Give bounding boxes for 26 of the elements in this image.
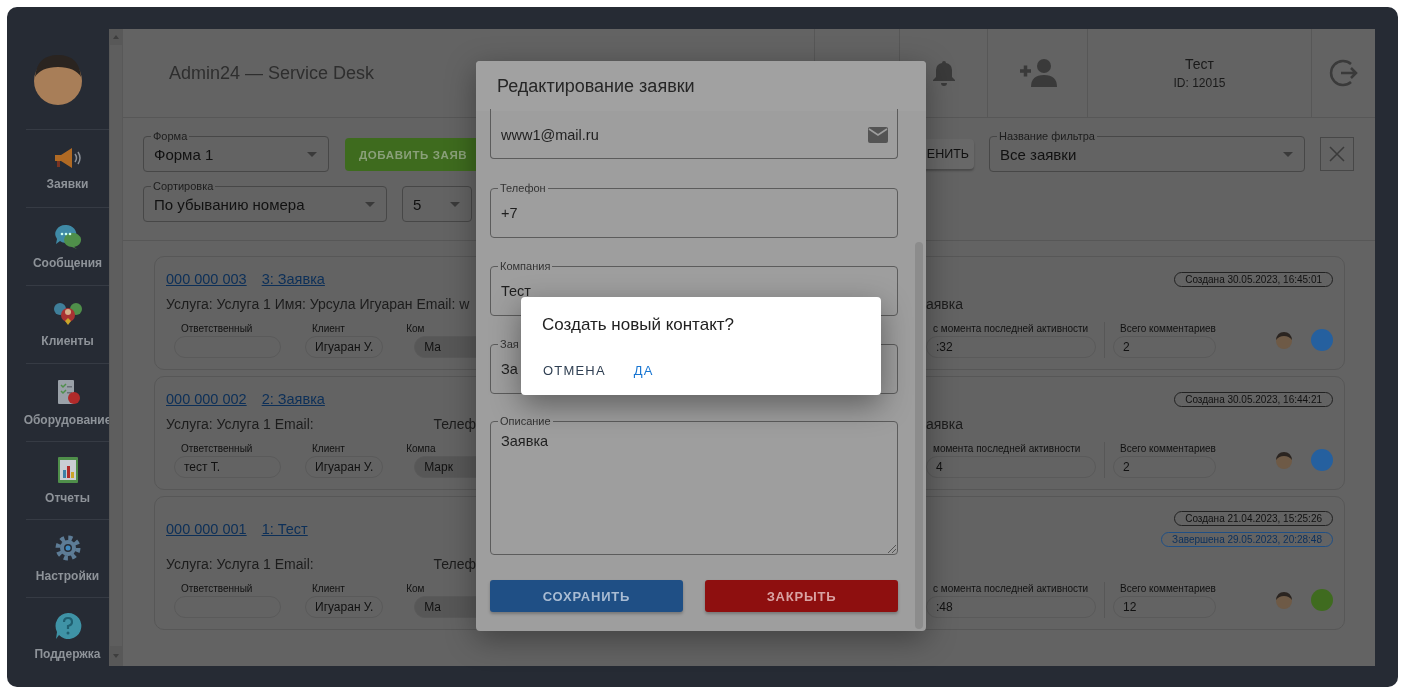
field-label: Ответственный bbox=[180, 582, 254, 595]
field-label: Всего комментариев bbox=[1119, 442, 1216, 455]
field-label: Ком bbox=[405, 322, 426, 335]
field-label: Клиент bbox=[311, 322, 346, 335]
field-label: Ответственный bbox=[180, 322, 254, 335]
field-label: Клиент bbox=[311, 442, 346, 455]
summary-text: аявка bbox=[926, 416, 964, 432]
user-id: ID: 12015 bbox=[1173, 76, 1226, 90]
field-label: с момента последней активности bbox=[932, 322, 1090, 335]
user-name: Тест bbox=[1185, 56, 1214, 72]
field-label: Компа bbox=[405, 442, 437, 455]
field-label: Ответственный bbox=[180, 442, 254, 455]
summary-text: Услуга: Услуга 1 Email: bbox=[166, 556, 314, 572]
field-label: момента последней активности bbox=[932, 442, 1082, 455]
summary-text: Услуга: Услуга 1 Email: bbox=[166, 416, 314, 432]
dialog-title: Создать новый контакт? bbox=[542, 314, 735, 336]
summary-text: Телеф bbox=[433, 556, 476, 572]
field-label: Ком bbox=[405, 582, 426, 595]
field-label: с момента последней активности bbox=[932, 582, 1090, 595]
field-label: Всего комментариев bbox=[1119, 582, 1216, 595]
summary-text: аявка bbox=[926, 296, 964, 312]
dialog-title: Редактирование заявки bbox=[497, 75, 695, 97]
field-label: Всего комментариев bbox=[1119, 322, 1216, 335]
summary-text: Услуга: Услуга 1 Имя: Урсула Игуаран Email: w bbox=[166, 296, 470, 312]
field-label: Клиент bbox=[311, 582, 346, 595]
summary-text: Телеф bbox=[433, 416, 476, 432]
